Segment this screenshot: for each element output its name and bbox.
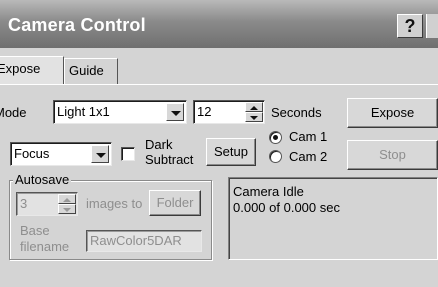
chevron-down-icon[interactable] — [166, 103, 184, 121]
dark-subtract-label-line2: Subtract — [145, 152, 194, 167]
folder-button[interactable]: Folder — [149, 190, 201, 216]
setup-button[interactable]: Setup — [206, 138, 256, 166]
exposure-value: 12 — [197, 104, 212, 119]
camera-control-window: Camera Control ? Expose Guide Mode Light… — [0, 0, 438, 287]
mode-label: Mode — [0, 105, 27, 120]
exposure-spinner[interactable] — [245, 102, 263, 122]
autosave-title: Autosave — [13, 172, 72, 187]
autosave-count-stepper[interactable]: 3 — [16, 192, 78, 216]
focus-select[interactable]: Focus — [10, 142, 112, 166]
increment-icon[interactable] — [245, 102, 263, 112]
decrement-icon[interactable] — [245, 112, 263, 122]
focus-select-value: Focus — [14, 146, 50, 161]
tab-expose[interactable]: Expose — [0, 56, 64, 84]
chevron-down-icon[interactable] — [91, 145, 109, 163]
help-button[interactable]: ? — [397, 14, 423, 38]
decrement-icon[interactable] — [58, 204, 76, 214]
tab-expose-label: Expose — [0, 61, 41, 76]
cam2-radio[interactable] — [269, 150, 282, 163]
exposure-stepper[interactable]: 12 — [193, 100, 265, 124]
tab-guide-label: Guide — [69, 63, 104, 78]
mode-select[interactable]: Light 1x1 — [53, 100, 187, 124]
cam2-label: Cam 2 — [289, 149, 328, 164]
dark-subtract-label-line1: Dark — [145, 137, 173, 152]
autosave-count-spinner[interactable] — [58, 194, 76, 214]
status-panel: Camera Idle 0.000 of 0.000 sec — [228, 177, 438, 260]
tab-guide[interactable]: Guide — [64, 58, 118, 84]
window-title: Camera Control — [8, 15, 146, 35]
base-filename-value: RawColor5DAR — [90, 233, 182, 248]
base-filename-field[interactable]: RawColor5DAR — [86, 230, 202, 252]
mode-select-value: Light 1x1 — [57, 104, 110, 119]
cam1-label: Cam 1 — [289, 129, 328, 144]
base-filename-label-line1: Base — [20, 223, 50, 238]
dark-subtract-checkbox[interactable] — [121, 147, 135, 161]
tab-divider — [0, 84, 438, 85]
autosave-count-value: 3 — [20, 196, 28, 211]
cam1-radio[interactable] — [269, 131, 282, 144]
radio-selected-dot — [273, 135, 278, 140]
images-to-label: images to — [86, 196, 143, 211]
increment-icon[interactable] — [58, 194, 76, 204]
status-line-2: 0.000 of 0.000 sec — [233, 200, 340, 215]
base-filename-label-line2: filename — [20, 239, 70, 254]
stop-button[interactable]: Stop — [347, 140, 438, 170]
client-area: Expose Guide Mode Light 1x1 12 Seconds E… — [0, 48, 438, 287]
seconds-label: Seconds — [271, 105, 322, 120]
title-bar[interactable]: Camera Control ? — [0, 0, 438, 48]
status-line-1: Camera Idle — [233, 184, 304, 199]
expose-button[interactable]: Expose — [347, 98, 438, 128]
close-button[interactable] — [426, 14, 438, 38]
